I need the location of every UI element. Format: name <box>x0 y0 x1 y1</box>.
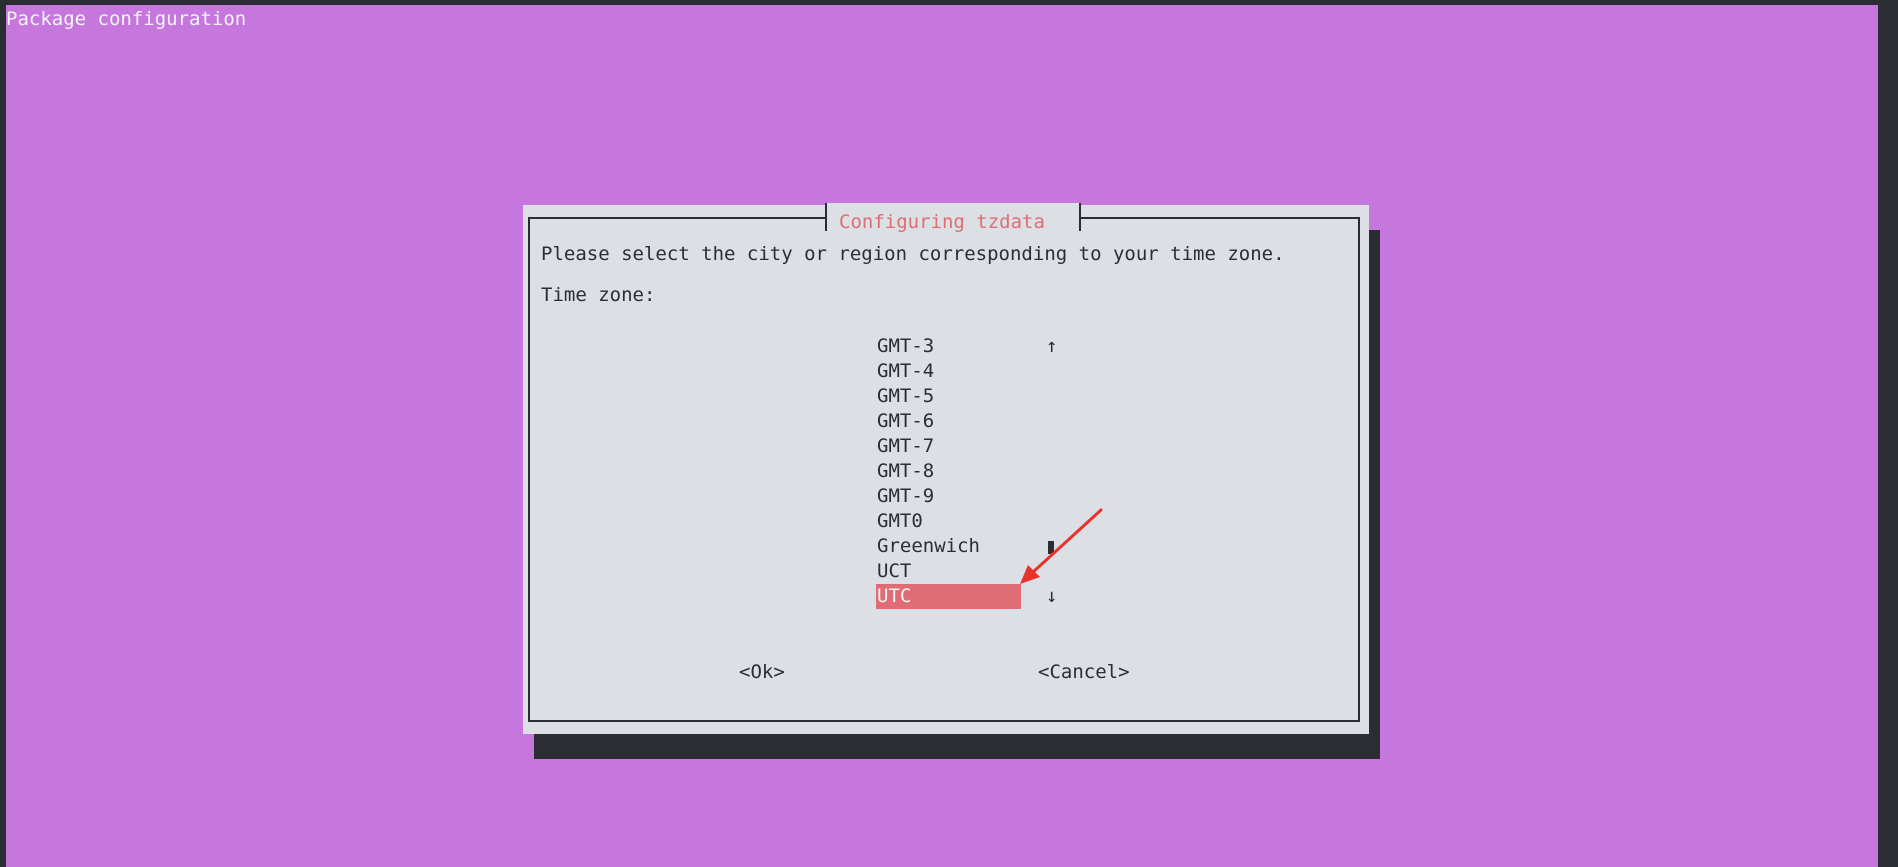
annotation-arrow-icon <box>1020 508 1103 584</box>
time-zone-option[interactable]: GMT-6 <box>876 409 1021 434</box>
terminal-title: Package configuration <box>6 8 247 30</box>
time-zone-option[interactable]: GMT-8 <box>876 459 1021 484</box>
time-zone-option[interactable]: Greenwich <box>876 534 1021 559</box>
cancel-button[interactable]: <Cancel> <box>1038 660 1130 685</box>
time-zone-list[interactable]: GMT-3 GMT-4 GMT-5 GMT-6 GMT-7 GMT-8 GMT-9 GMT0 G… <box>876 334 1021 609</box>
time-zone-option[interactable]: UCT <box>876 559 1021 584</box>
scroll-up-arrow-icon[interactable]: ↑ <box>1046 334 1057 359</box>
time-zone-option[interactable]: GMT-9 <box>876 484 1021 509</box>
dialog-title: Configuring tzdata <box>839 211 1045 233</box>
terminal-window: Package configuration Configuring tzdata… <box>6 5 1878 867</box>
time-zone-option[interactable]: GMT-4 <box>876 359 1021 384</box>
time-zone-option[interactable]: UTC <box>876 584 1021 609</box>
time-zone-option[interactable]: GMT-5 <box>876 384 1021 409</box>
time-zone-label: Time zone: <box>541 284 656 306</box>
time-zone-option[interactable]: GMT0 <box>876 509 1021 534</box>
ok-button[interactable]: <Ok> <box>739 660 785 685</box>
dialog-prompt: Please select the city or region corresp… <box>541 243 1285 265</box>
time-zone-option[interactable]: GMT-3 <box>876 334 1021 359</box>
tzdata-dialog: Configuring tzdata Please select the cit… <box>523 203 1369 734</box>
time-zone-option[interactable]: GMT-7 <box>876 434 1021 459</box>
